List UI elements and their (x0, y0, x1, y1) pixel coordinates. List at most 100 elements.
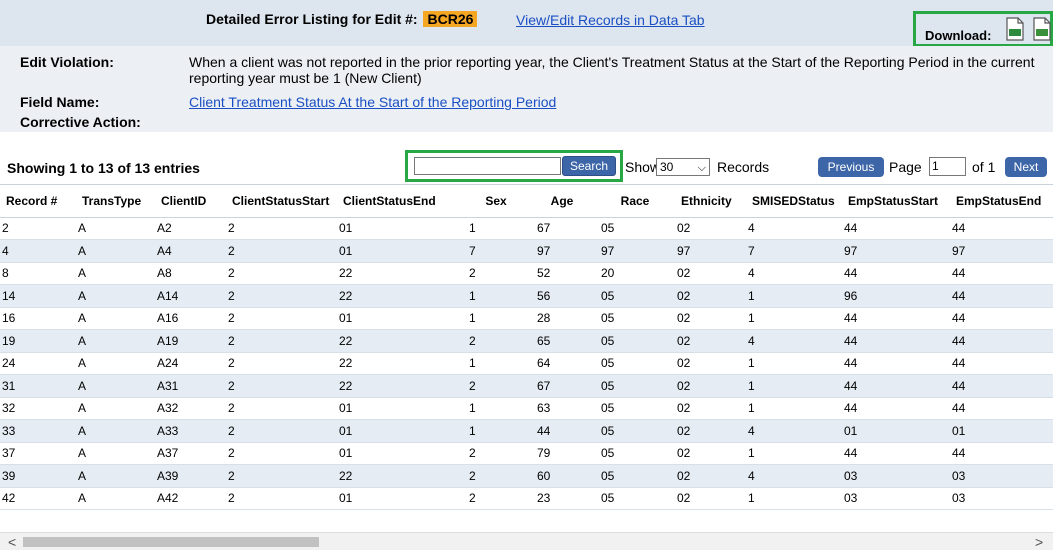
previous-page-button[interactable]: Previous (818, 157, 884, 177)
column-header-clientstatusend[interactable]: ClientStatusEnd (337, 185, 461, 218)
search-input[interactable] (414, 157, 561, 175)
field-name-link[interactable]: Client Treatment Status At the Start of … (189, 94, 556, 110)
table-row[interactable]: 33 A A33 2 01 1 44 05 02 4 01 01 (0, 419, 1053, 443)
table-row[interactable]: 2 A A2 2 01 1 67 05 02 4 44 44 (0, 217, 1053, 240)
cell-ethnicity: 02 (675, 307, 746, 330)
cell-race: 05 (593, 374, 675, 398)
cell-empstatusend: 03 (950, 464, 1053, 488)
cell-clientstatusend: 01 (337, 217, 461, 240)
cell-transtype: A (76, 307, 155, 330)
table-row[interactable]: 8 A A8 2 22 2 52 20 02 4 44 44 (0, 262, 1053, 285)
cell-smisedstatus: 7 (746, 239, 842, 263)
cell-age: 67 (529, 374, 593, 398)
table-row[interactable]: 31 A A31 2 22 2 67 05 02 1 44 44 (0, 374, 1053, 398)
table-row[interactable]: 16 A A16 2 01 1 28 05 02 1 44 44 (0, 307, 1053, 330)
cell-ethnicity: 02 (675, 487, 746, 510)
scroll-right-arrow-icon[interactable]: > (1035, 534, 1043, 550)
page-title-text: Detailed Error Listing for Edit #: (206, 11, 418, 27)
cell-transtype: A (76, 397, 155, 420)
cell-smisedstatus: 1 (746, 442, 842, 465)
cell-record: 31 (0, 374, 76, 398)
cell-record: 14 (0, 284, 76, 308)
column-header-empstatusend[interactable]: EmpStatusEnd (950, 185, 1053, 218)
dropdown-caret-icon: ⌵ (697, 162, 706, 174)
column-header-sex[interactable]: Sex (461, 185, 529, 218)
cell-empstatusstart: 44 (842, 217, 950, 240)
column-header-smisedstatus[interactable]: SMISEDStatus (746, 185, 842, 218)
column-header-empstatusstart[interactable]: EmpStatusStart (842, 185, 950, 218)
csv-file-icon[interactable] (1032, 17, 1052, 41)
table-row[interactable]: 24 A A24 2 22 1 64 05 02 1 44 44 (0, 352, 1053, 375)
download-area: Download: (913, 11, 1053, 47)
table-row[interactable]: 14 A A14 2 22 1 56 05 02 1 96 44 (0, 284, 1053, 308)
cell-clientstatusstart: 2 (226, 307, 337, 330)
cell-record: 24 (0, 352, 76, 375)
records-per-page-select[interactable]: 30 ⌵ (656, 158, 710, 176)
cell-race: 20 (593, 262, 675, 285)
cell-empstatusstart: 96 (842, 284, 950, 308)
cell-race: 97 (593, 239, 675, 263)
cell-age: 63 (529, 397, 593, 420)
cell-transtype: A (76, 487, 155, 510)
cell-clientstatusend: 22 (337, 284, 461, 308)
cell-race: 05 (593, 329, 675, 353)
column-header-record[interactable]: Record # (0, 185, 76, 218)
cell-clientstatusend: 01 (337, 397, 461, 420)
cell-empstatusend: 44 (950, 352, 1053, 375)
cell-race: 05 (593, 307, 675, 330)
cell-empstatusend: 44 (950, 442, 1053, 465)
cell-clientstatusstart: 2 (226, 262, 337, 285)
scroll-left-arrow-icon[interactable]: < (8, 534, 16, 550)
column-header-race[interactable]: Race (593, 185, 675, 218)
cell-smisedstatus: 1 (746, 284, 842, 308)
xls-file-icon[interactable] (1005, 17, 1025, 41)
horizontal-scrollbar[interactable]: < > (0, 532, 1053, 550)
cell-sex: 2 (461, 442, 529, 465)
cell-empstatusstart: 44 (842, 307, 950, 330)
table-row[interactable]: 4 A A4 2 01 7 97 97 97 7 97 97 (0, 239, 1053, 263)
table-row[interactable]: 37 A A37 2 01 2 79 05 02 1 44 44 (0, 442, 1053, 465)
column-header-transtype[interactable]: TransType (76, 185, 155, 218)
cell-clientid: A14 (155, 284, 226, 308)
edit-violation-label: Edit Violation: (20, 54, 114, 70)
cell-sex: 7 (461, 239, 529, 263)
cell-clientstatusstart: 2 (226, 442, 337, 465)
cell-empstatusstart: 97 (842, 239, 950, 263)
table-row[interactable]: 32 A A32 2 01 1 63 05 02 1 44 44 (0, 397, 1053, 420)
cell-clientid: A2 (155, 217, 226, 240)
download-label: Download: (925, 28, 992, 43)
cell-record: 19 (0, 329, 76, 353)
cell-smisedstatus: 1 (746, 397, 842, 420)
next-page-button[interactable]: Next (1005, 157, 1047, 177)
edit-info-panel: Edit Violation: When a client was not re… (0, 46, 1053, 132)
table-row[interactable]: 39 A A39 2 22 2 60 05 02 4 03 03 (0, 464, 1053, 488)
search-button[interactable]: Search (562, 156, 616, 176)
column-header-ethnicity[interactable]: Ethnicity (675, 185, 746, 218)
cell-empstatusend: 44 (950, 374, 1053, 398)
cell-record: 37 (0, 442, 76, 465)
cell-smisedstatus: 4 (746, 419, 842, 443)
cell-clientstatusstart: 2 (226, 329, 337, 353)
cell-clientstatusend: 01 (337, 307, 461, 330)
table-row[interactable]: 42 A A42 2 01 2 23 05 02 1 03 03 (0, 487, 1053, 510)
cell-race: 05 (593, 442, 675, 465)
column-header-clientid[interactable]: ClientID (155, 185, 226, 218)
column-header-age[interactable]: Age (529, 185, 593, 218)
cell-clientstatusstart: 2 (226, 352, 337, 375)
cell-ethnicity: 02 (675, 397, 746, 420)
cell-clientid: A42 (155, 487, 226, 510)
cell-record: 16 (0, 307, 76, 330)
view-edit-records-link[interactable]: View/Edit Records in Data Tab (516, 12, 705, 28)
cell-clientstatusend: 01 (337, 442, 461, 465)
cell-record: 8 (0, 262, 76, 285)
page-number-input[interactable]: 1 (929, 157, 966, 176)
table-row[interactable]: 19 A A19 2 22 2 65 05 02 4 44 44 (0, 329, 1053, 353)
column-header-clientstatusstart[interactable]: ClientStatusStart (226, 185, 337, 218)
cell-transtype: A (76, 352, 155, 375)
cell-ethnicity: 02 (675, 262, 746, 285)
scrollbar-thumb[interactable] (23, 537, 319, 547)
cell-clientid: A37 (155, 442, 226, 465)
cell-ethnicity: 02 (675, 374, 746, 398)
cell-race: 05 (593, 217, 675, 240)
cell-clientstatusstart: 2 (226, 239, 337, 263)
